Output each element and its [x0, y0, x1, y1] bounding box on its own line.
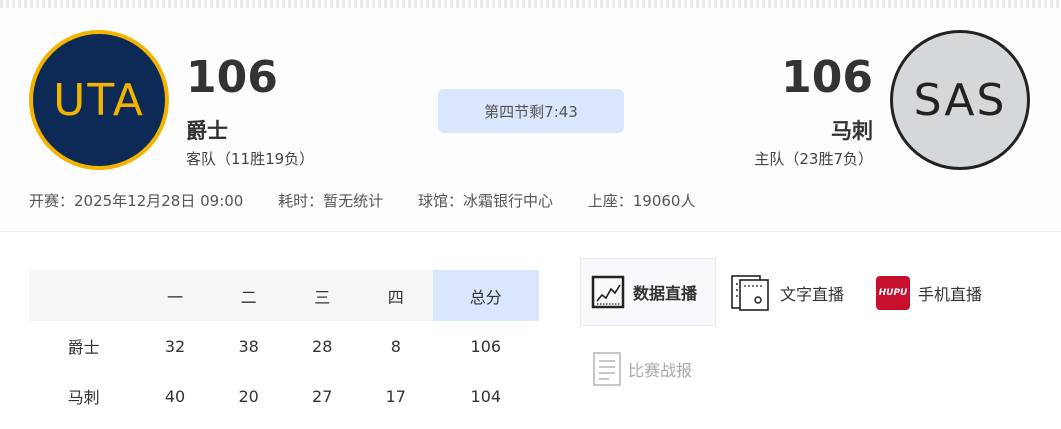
- table-row: 爵士 32 38 28 8 106: [29, 321, 539, 371]
- row-team-name: 马刺: [67, 388, 100, 407]
- row-q4: 8: [390, 336, 401, 356]
- tab-mobile-live[interactable]: HUPU 手机直播: [876, 274, 982, 312]
- document-icon: [731, 275, 769, 311]
- home-team-logo[interactable]: SAS: [890, 30, 1030, 170]
- row-total: 106: [470, 336, 502, 356]
- home-team-record: 主队（23胜7负）: [754, 150, 873, 168]
- section-divider: [0, 231, 1061, 232]
- tab-mobile-live-label: 手机直播: [918, 285, 983, 304]
- table-row: 马刺 40 20 27 17 104: [29, 371, 539, 421]
- report-icon: [593, 352, 621, 386]
- game-status-badge: 第四节剩7:43: [438, 89, 624, 133]
- tab-data-live[interactable]: 数据直播: [580, 258, 716, 326]
- quarter-score-table: 一 二 三 四 总分 爵士 32 38 28 8 106 马刺 40 20 27…: [29, 270, 539, 421]
- game-venue: 球馆：冰霜银行中心: [417, 192, 553, 210]
- row-q3: 27: [312, 386, 333, 406]
- table-header-q4: 四: [387, 287, 404, 307]
- table-header-total: 总分: [432, 270, 539, 321]
- top-border-strip: [0, 0, 1061, 8]
- game-start-time: 开赛：2025年12月28日 09:00: [29, 192, 244, 210]
- tab-text-live-label: 文字直播: [780, 285, 845, 304]
- game-duration: 耗时：暂无统计: [278, 192, 384, 210]
- home-team-name[interactable]: 马刺: [831, 118, 873, 144]
- home-logo-text: SAS: [913, 74, 1007, 126]
- away-logo-text: UTA: [53, 74, 145, 126]
- away-score: 106: [186, 52, 278, 103]
- row-q1: 32: [164, 336, 186, 356]
- tab-data-live-label: 数据直播: [633, 284, 698, 303]
- table-header-team: [29, 270, 138, 321]
- game-header: UTA 106 爵士 客队（11胜19负） 第四节剩7:43 106 马刺 主队…: [0, 8, 1061, 230]
- table-header-q1: 一: [167, 287, 184, 307]
- row-team-name: 爵士: [67, 338, 100, 357]
- tab-game-report[interactable]: 比赛战报: [592, 350, 692, 388]
- row-q3: 28: [312, 336, 333, 356]
- away-team-logo[interactable]: UTA: [29, 30, 169, 170]
- hupu-logo-icon: HUPU: [876, 276, 910, 310]
- away-team-name[interactable]: 爵士: [186, 118, 228, 144]
- tab-text-live[interactable]: 文字直播: [730, 274, 844, 312]
- row-q1: 40: [164, 386, 186, 406]
- game-meta: 开赛：2025年12月28日 09:00 耗时：暂无统计 球馆：冰霜银行中心 上…: [29, 191, 725, 211]
- chart-icon: [591, 275, 625, 309]
- table-header-row: 一 二 三 四 总分: [29, 270, 539, 321]
- tab-game-report-label: 比赛战报: [628, 361, 693, 380]
- table-header-q3: 三: [314, 287, 331, 307]
- table-header-q2: 二: [240, 287, 257, 307]
- game-attendance: 上座：19060人: [587, 192, 696, 210]
- row-total: 104: [470, 386, 502, 406]
- row-q2: 38: [238, 336, 259, 356]
- row-q4: 17: [385, 386, 406, 406]
- away-team-record: 客队（11胜19负）: [186, 150, 315, 168]
- row-q2: 20: [238, 386, 259, 406]
- live-tabs: 数据直播 文字直播 HUPU 手机直播 比赛战报: [580, 258, 1050, 418]
- home-score: 106: [781, 52, 873, 103]
